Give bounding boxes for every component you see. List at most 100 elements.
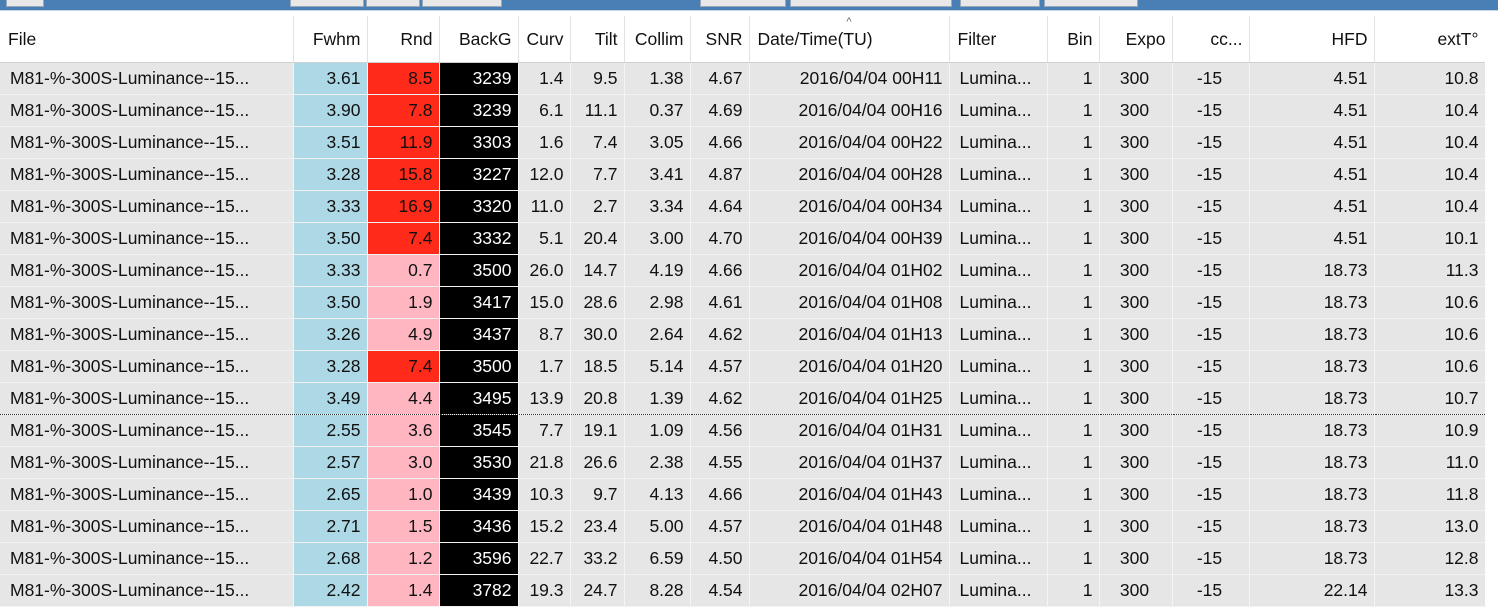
toolbar-button[interactable]: [366, 0, 420, 7]
cell-bin: 1: [1047, 446, 1100, 479]
toolbar-button[interactable]: [6, 0, 44, 7]
cell-fwhm: 3.28: [293, 158, 368, 191]
cell-filter: Lumina...: [949, 542, 1048, 575]
cell-curv: 1.7: [518, 350, 571, 383]
table-row[interactable]: M81-%-300S-Luminance--15... 3.33 0.7 3500 26…: [0, 254, 1486, 287]
column-header-backg[interactable]: BackG: [439, 16, 519, 63]
column-header-file[interactable]: File: [0, 16, 294, 63]
cell-collim: 4.13: [624, 478, 691, 511]
cell-expo: 300: [1099, 318, 1173, 351]
cell-backg: 3439: [439, 478, 519, 511]
cell-expo: 300: [1099, 574, 1173, 607]
cell-file: M81-%-300S-Luminance--15...: [0, 318, 294, 351]
cell-cc: -15: [1172, 574, 1250, 607]
cell-backg: 3782: [439, 574, 519, 607]
table-row[interactable]: M81-%-300S-Luminance--15... 3.61 8.5 3239 1.…: [0, 62, 1486, 95]
cell-curv: 22.7: [518, 542, 571, 575]
table-row[interactable]: M81-%-300S-Luminance--15... 2.55 3.6 3545 7.…: [0, 414, 1486, 447]
column-header-fwhm[interactable]: Fwhm: [293, 16, 368, 63]
cell-file: M81-%-300S-Luminance--15...: [0, 126, 294, 159]
cell-tilt: 7.7: [570, 158, 625, 191]
cell-curv: 1.4: [518, 62, 571, 95]
toolbar-button[interactable]: [1044, 0, 1138, 7]
table-row[interactable]: M81-%-300S-Luminance--15... 3.49 4.4 3495 13…: [0, 382, 1486, 415]
table-row[interactable]: M81-%-300S-Luminance--15... 3.90 7.8 3239 6.…: [0, 94, 1486, 127]
cell-rnd: 7.4: [367, 350, 440, 383]
cell-cc: -15: [1172, 318, 1250, 351]
table-row[interactable]: M81-%-300S-Luminance--15... 2.42 1.4 3782 19…: [0, 574, 1486, 607]
cell-extt: 10.4: [1374, 126, 1486, 159]
cell-expo: 300: [1099, 350, 1173, 383]
cell-fwhm: 3.50: [293, 286, 368, 319]
cell-rnd: 1.9: [367, 286, 440, 319]
cell-cc: -15: [1172, 542, 1250, 575]
column-header-hfd[interactable]: HFD: [1249, 16, 1375, 63]
column-header-rnd[interactable]: Rnd: [367, 16, 440, 63]
toolbar-button[interactable]: [700, 0, 786, 7]
table-row[interactable]: M81-%-300S-Luminance--15... 3.33 16.9 3320 1…: [0, 190, 1486, 223]
cell-cc: -15: [1172, 510, 1250, 543]
cell-expo: 300: [1099, 414, 1173, 447]
toolbar-button[interactable]: [790, 0, 952, 7]
cell-fwhm: 2.65: [293, 478, 368, 511]
table-row[interactable]: M81-%-300S-Luminance--15... 3.50 7.4 3332 5.…: [0, 222, 1486, 255]
cell-expo: 300: [1099, 446, 1173, 479]
cell-snr: 4.70: [690, 222, 750, 255]
cell-filter: Lumina...: [949, 478, 1048, 511]
toolbar-button[interactable]: [422, 0, 502, 7]
cell-extt: 13.3: [1374, 574, 1486, 607]
cell-hfd: 4.51: [1249, 158, 1375, 191]
toolbar-button[interactable]: [960, 0, 1040, 7]
cell-hfd: 4.51: [1249, 190, 1375, 223]
cell-extt: 11.0: [1374, 446, 1486, 479]
cell-snr: 4.87: [690, 158, 750, 191]
cell-collim: 3.05: [624, 126, 691, 159]
table-row[interactable]: M81-%-300S-Luminance--15... 3.26 4.9 3437 8.…: [0, 318, 1486, 351]
cell-bin: 1: [1047, 62, 1100, 95]
cell-cc: -15: [1172, 158, 1250, 191]
cell-extt: 11.3: [1374, 254, 1486, 287]
cell-hfd: 4.51: [1249, 62, 1375, 95]
table-row[interactable]: M81-%-300S-Luminance--15... 3.28 7.4 3500 1.…: [0, 350, 1486, 383]
column-header-filter[interactable]: Filter: [949, 16, 1048, 63]
cell-expo: 300: [1099, 62, 1173, 95]
cell-tilt: 9.5: [570, 62, 625, 95]
cell-rnd: 3.0: [367, 446, 440, 479]
cell-hfd: 18.73: [1249, 478, 1375, 511]
cell-rnd: 1.5: [367, 510, 440, 543]
cell-curv: 5.1: [518, 222, 571, 255]
toolbar-button[interactable]: [290, 0, 364, 7]
column-header-tilt[interactable]: Tilt: [570, 16, 625, 63]
column-header-snr[interactable]: SNR: [690, 16, 750, 63]
cell-tilt: 26.6: [570, 446, 625, 479]
cell-bin: 1: [1047, 158, 1100, 191]
cell-rnd: 11.9: [367, 126, 440, 159]
cell-tilt: 30.0: [570, 318, 625, 351]
column-header-extt[interactable]: extT°: [1374, 16, 1486, 63]
cell-fwhm: 3.33: [293, 190, 368, 223]
column-header-datetime[interactable]: Date/Time(TU) ^: [749, 16, 950, 63]
cell-datetime: 2016/04/04 01H31: [749, 414, 950, 447]
cell-extt: 10.1: [1374, 222, 1486, 255]
table-row[interactable]: M81-%-300S-Luminance--15... 3.50 1.9 3417 15…: [0, 286, 1486, 319]
column-header-collim[interactable]: Collim: [624, 16, 691, 63]
column-header-cc[interactable]: cc...: [1172, 16, 1250, 63]
table-row[interactable]: M81-%-300S-Luminance--15... 2.65 1.0 3439 10…: [0, 478, 1486, 511]
cell-snr: 4.50: [690, 542, 750, 575]
table-row[interactable]: M81-%-300S-Luminance--15... 3.51 11.9 3303 1…: [0, 126, 1486, 159]
table-row[interactable]: M81-%-300S-Luminance--15... 2.68 1.2 3596 22…: [0, 542, 1486, 575]
column-header-curv[interactable]: Curv: [518, 16, 571, 63]
table-row[interactable]: M81-%-300S-Luminance--15... 2.71 1.5 3436 15…: [0, 510, 1486, 543]
cell-tilt: 18.5: [570, 350, 625, 383]
column-header-label: cc...: [1210, 28, 1243, 49]
column-header-expo[interactable]: Expo: [1099, 16, 1173, 63]
table-row[interactable]: M81-%-300S-Luminance--15... 2.57 3.0 3530 21…: [0, 446, 1486, 479]
table-row[interactable]: M81-%-300S-Luminance--15... 3.28 15.8 3227 1…: [0, 158, 1486, 191]
column-header-label: BackG: [458, 28, 512, 49]
column-header-label: Tilt: [594, 28, 618, 49]
column-header-label: Rnd: [400, 28, 433, 49]
cell-extt: 10.6: [1374, 286, 1486, 319]
scrollbar[interactable]: [1485, 16, 1498, 606]
column-header-bin[interactable]: Bin: [1047, 16, 1100, 63]
cell-rnd: 4.9: [367, 318, 440, 351]
